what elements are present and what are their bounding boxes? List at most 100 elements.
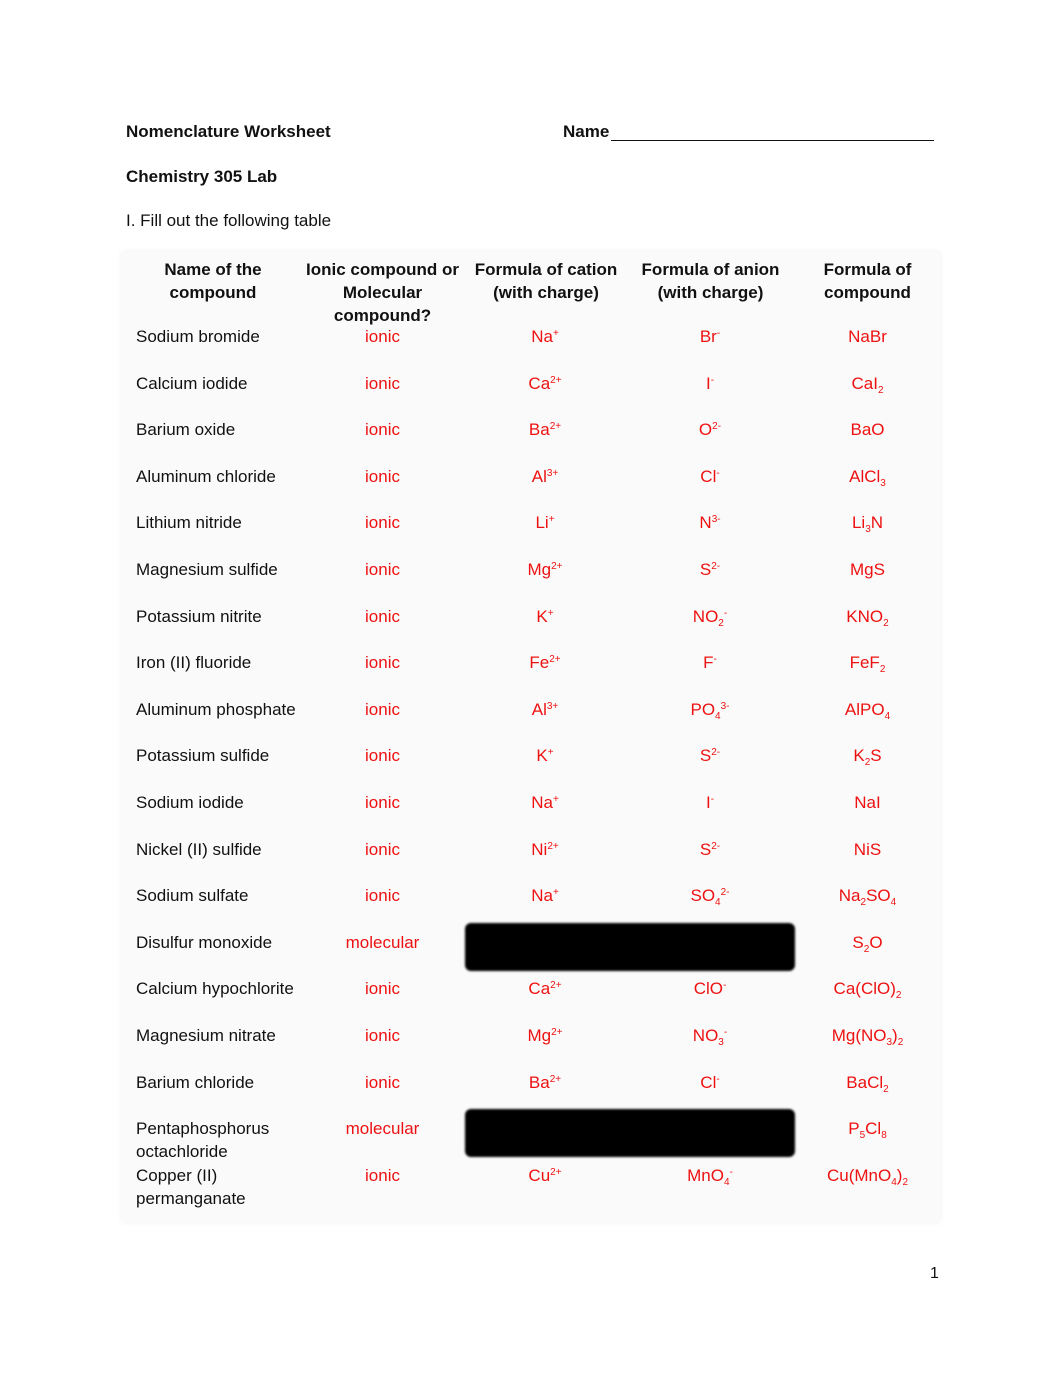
charge-superscript: 3-: [711, 514, 721, 526]
formula-text: FeF: [849, 653, 880, 673]
charge-superscript: 3-: [720, 700, 730, 712]
compound-formula: K2S: [795, 744, 940, 768]
compound-formula: BaO: [795, 418, 940, 441]
subscript: 2: [902, 1176, 909, 1188]
charge-superscript: 2-: [711, 747, 721, 759]
compound-name: Potassium sulfide: [136, 746, 270, 766]
compound-type: ionic: [365, 606, 400, 626]
formula-text: Fe: [529, 653, 550, 673]
formula-text: PO: [690, 699, 716, 719]
charge-superscript: 2+: [551, 561, 563, 572]
formula-text: Ba: [528, 420, 550, 440]
cation-formula: Ni2+: [465, 838, 625, 861]
compound-type: ionic: [365, 373, 400, 393]
charge-superscript: 2+: [550, 374, 562, 386]
formula-text: BaCl: [846, 1072, 884, 1092]
charge-superscript: -: [716, 467, 720, 479]
header-compound-type: Ionic compound or Molecular compound?: [306, 260, 459, 325]
formula-text: F: [703, 653, 714, 673]
compound-formula: KNO2: [795, 605, 940, 629]
charge-superscript: -: [729, 1166, 733, 1178]
header-compound-name: Name of the compound: [164, 260, 262, 302]
anion-formula: F-: [630, 651, 790, 674]
compound-name: Barium oxide: [136, 420, 236, 440]
charge-superscript: 3+: [546, 467, 559, 479]
compound-type: ionic: [365, 793, 400, 812]
page-number: 1: [930, 1265, 939, 1282]
charge-superscript: -: [722, 980, 727, 992]
formula-text: Br: [699, 327, 717, 346]
cation-formula: K+: [465, 605, 625, 628]
formula-text: Na: [531, 793, 553, 812]
instruction-text: I. Fill out the following table: [126, 211, 332, 230]
cation-formula: Mg2+: [465, 558, 625, 581]
anion-formula: Br-: [630, 325, 790, 348]
charge-superscript: +: [552, 887, 559, 899]
table-row: Copper (II) permanganate ionic Cu2+ MnO4- Cu…: [0, 1164, 1062, 1210]
compound-name: Disulfur monoxide: [136, 932, 273, 952]
name-label: Name: [563, 122, 610, 141]
table-row: Calcium hypochlorite ionic Ca2+ ClO- Ca(ClO)…: [0, 977, 1062, 1023]
subscript: 4: [715, 710, 721, 722]
compound-name: Calcium hypochlorite: [136, 979, 294, 999]
compound-formula: Ca(ClO)2: [795, 977, 940, 1001]
anion-formula: I-: [630, 372, 790, 395]
compound-type: ionic: [365, 699, 400, 719]
course-title: Chemistry 305 Lab: [126, 167, 278, 186]
compound-formula: NaI: [795, 791, 940, 814]
cation-formula: Al3+: [465, 698, 625, 721]
compound-type: ionic: [365, 1072, 400, 1092]
compound-type: ionic: [365, 1026, 400, 1045]
formula-text: NaBr: [848, 327, 887, 346]
cation-formula: Na+: [465, 325, 625, 348]
formula-text: Ca: [528, 979, 551, 999]
table-row: Calcium iodide ionic Ca2+ I- CaI2: [0, 372, 1062, 418]
formula-text: MnO: [687, 1165, 724, 1185]
cation-formula: Na+: [465, 884, 625, 907]
compound-type: ionic: [365, 746, 400, 766]
table-row: Sodium bromide ionic Na+ Br- NaBr: [0, 325, 1062, 371]
charge-superscript: +: [547, 747, 554, 759]
anion-formula: Cl-: [630, 1071, 790, 1094]
compound-name: Pentaphosphorus octachloride: [136, 1119, 270, 1162]
formula-text: Na: [838, 886, 861, 906]
charge-superscript: +: [547, 607, 554, 619]
formula-text: CaI: [851, 373, 878, 393]
formula-text: S: [870, 746, 882, 766]
subscript: 3: [880, 477, 886, 489]
charge-superscript: 2+: [549, 421, 562, 433]
subscript: 2: [897, 1037, 904, 1048]
charge-superscript: -: [710, 794, 715, 805]
formula-text: Mg: [527, 560, 552, 579]
compound-formula: Mg(NO3)2: [795, 1024, 940, 1048]
formula-text: KNO: [846, 606, 884, 626]
formula-text: NiS: [853, 839, 882, 859]
formula-text: K: [536, 606, 548, 626]
charge-superscript: 2+: [551, 1027, 563, 1038]
cation-formula: Al3+: [465, 465, 625, 488]
cation-formula: Cu2+: [465, 1164, 625, 1187]
anion-formula: S2-: [630, 744, 790, 767]
name-blank-line[interactable]: [611, 140, 934, 141]
subscript: 2: [718, 617, 724, 629]
compound-formula: AlCl3: [795, 465, 940, 489]
charge-superscript: -: [723, 607, 728, 619]
subscript: 2: [883, 1083, 889, 1095]
charge-superscript: -: [713, 654, 717, 666]
formula-text: Ba: [528, 1072, 550, 1092]
anion-formula: NO3-: [630, 1024, 790, 1048]
cation-formula: Mg2+: [465, 1024, 625, 1047]
charge-superscript: 3+: [546, 700, 559, 712]
compound-name: Magnesium sulfide: [136, 560, 278, 579]
formula-text: MgS: [850, 560, 885, 579]
formula-text: P: [848, 1119, 860, 1139]
anion-formula: ClO-: [630, 977, 790, 1000]
subscript: 8: [881, 1130, 887, 1142]
compound-name: Calcium iodide: [136, 373, 248, 393]
cation-formula: Ba2+: [465, 1071, 625, 1094]
anion-formula: N3-: [630, 511, 790, 534]
compound-formula: Li3N: [795, 511, 940, 535]
charge-superscript: -: [723, 1027, 728, 1038]
compound-formula: BaCl2: [795, 1071, 940, 1095]
subscript: 4: [723, 1176, 730, 1188]
